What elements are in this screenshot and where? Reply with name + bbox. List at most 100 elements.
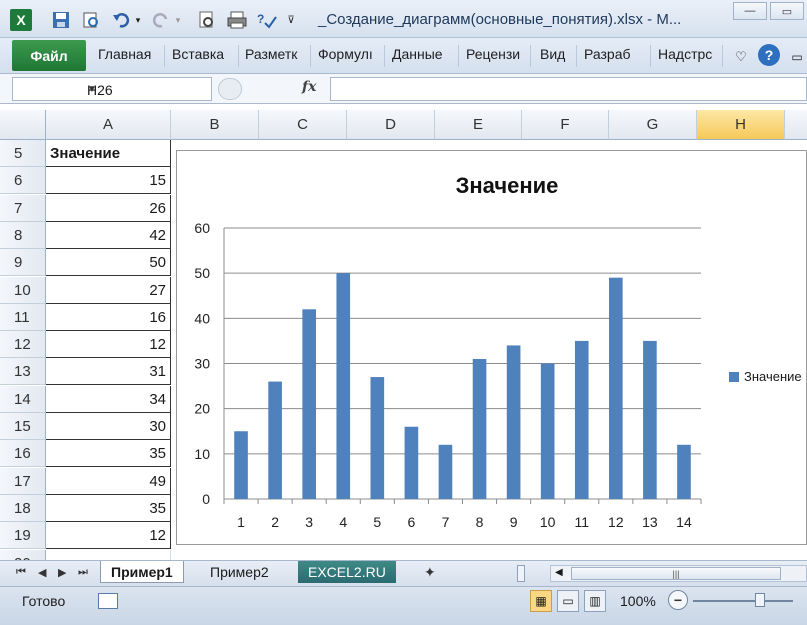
table-cell[interactable]: 42 [46, 222, 171, 249]
table-cell[interactable]: 15 [46, 167, 171, 194]
zoom-level[interactable]: 100% [620, 593, 656, 609]
sheet-tab-primer1[interactable]: Пример1 [100, 561, 184, 583]
last-sheet-icon[interactable]: ⏭ [78, 566, 88, 579]
excel-icon[interactable]: X [10, 9, 32, 31]
svg-text:?: ? [257, 12, 264, 26]
column-header-b[interactable]: B [171, 110, 259, 140]
table-cell[interactable]: 31 [46, 358, 171, 385]
row-header[interactable]: 11 [0, 304, 46, 331]
tab-addins[interactable]: Надстрс [658, 46, 718, 62]
chart-plot-area[interactable]: 01020304050601 2 3 4 5 6 7 8 9 10 11 12 13 14 [177, 151, 807, 546]
normal-view-icon[interactable]: ▦ [530, 590, 552, 612]
ribbon-minimize-icon[interactable]: ♡ [730, 46, 752, 68]
row-header[interactable]: 12 [0, 331, 46, 358]
sheet-tab-excel2[interactable]: EXCEL2.RU [298, 561, 396, 583]
table-cell[interactable]: 35 [46, 495, 171, 522]
table-cell[interactable]: 50 [46, 249, 171, 276]
chevron-down-icon[interactable]: ▼ [87, 84, 205, 95]
column-header-f[interactable]: F [522, 110, 609, 140]
row-header[interactable]: 17 [0, 468, 46, 495]
tab-insert[interactable]: Вставка [172, 46, 234, 62]
row-header[interactable]: 14 [0, 386, 46, 413]
tab-developer[interactable]: Разраб [584, 46, 646, 62]
table-cell[interactable]: 35 [46, 440, 171, 467]
spellcheck-icon[interactable]: ? [256, 9, 278, 31]
zoom-slider-track[interactable] [693, 600, 793, 602]
print-preview-icon[interactable] [80, 9, 102, 31]
zoom-out-icon[interactable]: − [668, 590, 688, 610]
row-header[interactable]: 13 [0, 358, 46, 385]
horizontal-scrollbar[interactable]: ◀ ||| [550, 565, 807, 582]
row-header[interactable]: 6 [0, 167, 46, 194]
row-header[interactable]: 16 [0, 440, 46, 467]
row-header[interactable]: 5 [0, 140, 46, 167]
print-icon[interactable] [226, 9, 248, 31]
tab-file[interactable]: Файл [12, 40, 86, 71]
cell-header-value[interactable]: Значение [46, 140, 171, 167]
page-layout-view-icon[interactable]: ▭ [557, 590, 579, 612]
prev-sheet-icon[interactable]: ◀ [38, 566, 46, 579]
bar-chart[interactable]: Значение 0 10 20 30 40 50 60 1 2 3 4 5 6 7 8 9 10 11 12 13 1… [176, 150, 807, 545]
chart-bar [609, 277, 623, 499]
table-cell[interactable]: 27 [46, 277, 171, 304]
tab-home[interactable]: Главная [98, 46, 160, 62]
column-header-e[interactable]: E [435, 110, 522, 140]
row-header[interactable]: 20 [0, 550, 46, 560]
undo-icon[interactable] [110, 9, 132, 31]
scrollbar-thumb[interactable]: ||| [571, 567, 781, 580]
tab-split-handle[interactable] [517, 565, 525, 582]
tab-data[interactable]: Данные [392, 46, 454, 62]
minimize-button[interactable]: — [733, 2, 767, 20]
column-header-i[interactable] [785, 110, 807, 140]
table-cell[interactable]: 26 [46, 195, 171, 222]
ribbon-close-icon[interactable]: ▭ [786, 46, 807, 68]
page-break-view-icon[interactable]: ▥ [584, 590, 606, 612]
table-cell[interactable]: 49 [46, 468, 171, 495]
row-header[interactable]: 9 [0, 249, 46, 276]
scroll-left-icon[interactable]: ◀ [555, 567, 563, 578]
next-sheet-icon[interactable]: ▶ [58, 566, 66, 579]
chart-bar [234, 431, 248, 499]
preview-icon[interactable] [196, 9, 218, 31]
x-tick-label: 7 [442, 514, 450, 530]
tab-review[interactable]: Рецензи [466, 46, 526, 62]
column-header-h[interactable]: H [697, 110, 785, 140]
table-cell[interactable]: 12 [46, 331, 171, 358]
column-header-g[interactable]: G [609, 110, 697, 140]
table-cell[interactable]: 30 [46, 413, 171, 440]
maximize-button[interactable]: ▭ [770, 2, 804, 20]
table-cell[interactable]: 16 [46, 304, 171, 331]
undo-dropdown-icon[interactable]: ▾ [132, 9, 144, 31]
save-icon[interactable] [50, 9, 72, 31]
column-header-c[interactable]: C [259, 110, 347, 140]
customize-toolbar-icon[interactable]: ⊽ [284, 9, 298, 31]
formula-bar-handle[interactable] [218, 78, 242, 100]
redo-icon[interactable] [150, 9, 172, 31]
insert-sheet-icon[interactable]: ✦ [424, 564, 436, 581]
row-header[interactable]: 8 [0, 222, 46, 249]
row-header[interactable]: 15 [0, 413, 46, 440]
row-header[interactable]: 7 [0, 195, 46, 222]
redo-dropdown-icon[interactable]: ▾ [172, 9, 184, 31]
select-all-corner[interactable] [0, 110, 46, 140]
help-icon[interactable]: ? [758, 44, 780, 66]
formula-input[interactable] [330, 77, 807, 101]
tab-view[interactable]: Вид [540, 46, 572, 62]
column-header-a[interactable]: A [46, 110, 171, 140]
name-box[interactable]: H26 ▼ [12, 77, 212, 101]
first-sheet-icon[interactable]: ⏮ [16, 566, 26, 579]
zoom-slider-thumb[interactable] [755, 593, 765, 607]
table-cell-empty[interactable] [46, 550, 171, 560]
row-header[interactable]: 19 [0, 522, 46, 549]
column-header-d[interactable]: D [347, 110, 435, 140]
macro-record-icon[interactable] [98, 593, 118, 609]
row-header[interactable]: 18 [0, 495, 46, 522]
table-cell[interactable]: 34 [46, 386, 171, 413]
chart-legend[interactable]: Значение [729, 369, 802, 384]
tab-page-layout[interactable]: Разметк [245, 46, 305, 62]
function-icon[interactable]: fx [302, 79, 316, 95]
sheet-tab-primer2[interactable]: Пример2 [200, 561, 279, 583]
table-cell[interactable]: 12 [46, 522, 171, 549]
tab-formulas[interactable]: Формулı [318, 46, 380, 62]
row-header[interactable]: 10 [0, 277, 46, 304]
